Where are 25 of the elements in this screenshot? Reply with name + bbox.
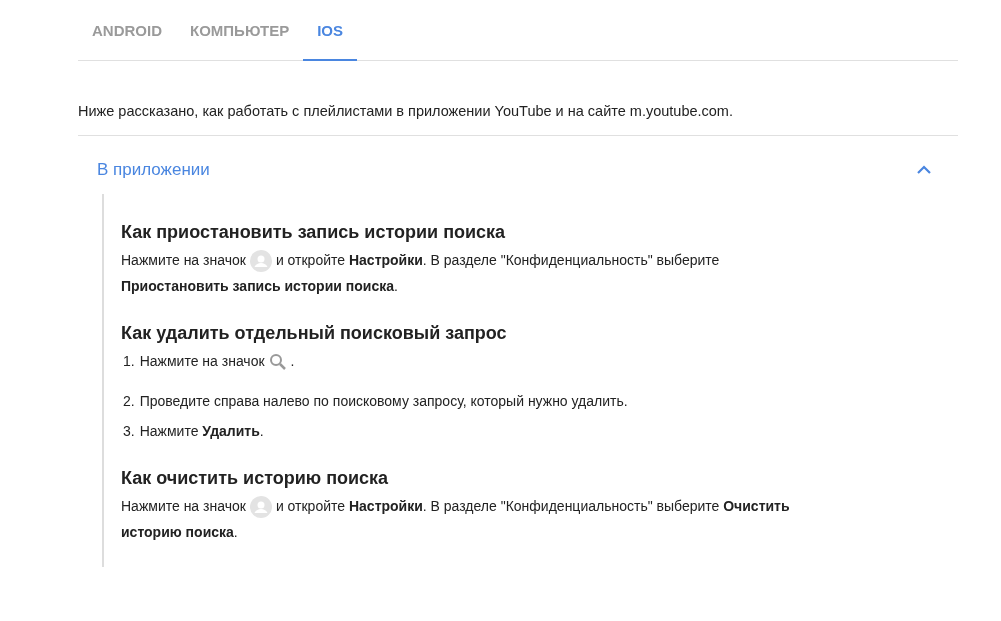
chevron-icon <box>916 165 932 175</box>
avatar-icon <box>249 496 272 519</box>
section-heading: Как удалить отдельный поисковый запрос <box>121 323 508 344</box>
list-number: 1. <box>123 352 135 371</box>
instruction-text: Приостановить запись истории поиска. <box>121 278 398 294</box>
instruction-text: историю поиска. <box>121 524 238 540</box>
section-heading: Как очистить историю поиска <box>121 468 390 489</box>
accordion-header[interactable]: В приложении <box>78 136 958 194</box>
tab[interactable]: КОМПЬЮТЕР <box>176 0 304 61</box>
instruction-text: и откройте Настройки. В разделе "Конфиденциальность" выберите Очистить <box>275 498 790 514</box>
search-icon <box>268 353 287 372</box>
instruction-text: Проведите справа налево по поисковому запросу, который нужно удалить. <box>139 393 628 409</box>
avatar-icon <box>249 250 272 273</box>
section-heading: Как приостановить запись истории поиска <box>121 222 507 243</box>
instruction-text: Нажмите на значок <box>121 252 246 268</box>
instruction-text: Нажмите Удалить. <box>139 423 264 439</box>
instruction-text: Нажмите на значок <box>139 353 265 369</box>
instruction-text: . <box>290 353 295 369</box>
tab[interactable]: ANDROID <box>78 0 176 61</box>
tab[interactable]: IOS <box>303 0 357 61</box>
list-number: 2. <box>123 392 135 411</box>
list-number: 3. <box>123 422 135 441</box>
instruction-text: Нажмите на значок <box>121 498 246 514</box>
instruction-text: и откройте Настройки. В разделе "Конфиденциальность" выберите <box>275 252 720 268</box>
intro-text: Ниже рассказано, как работать с плейлистами в приложении YouTube и на сайте m.youtube.com. <box>78 103 958 136</box>
